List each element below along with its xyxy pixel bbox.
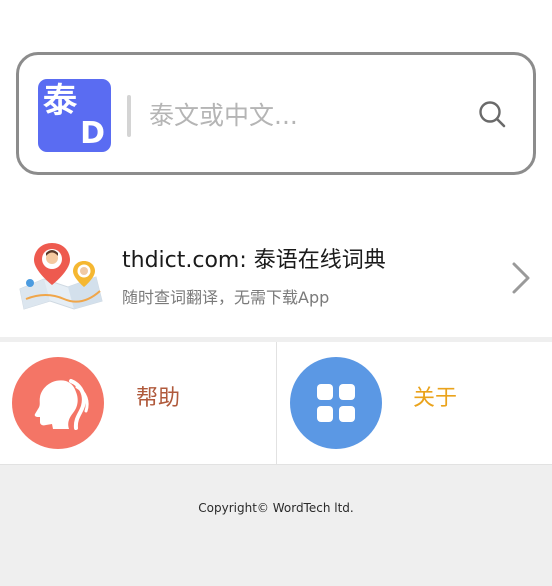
about-item[interactable]: 关于 (277, 342, 552, 464)
grid-apps-icon (317, 384, 355, 422)
search-input[interactable] (149, 85, 449, 145)
about-circle (290, 357, 382, 449)
search-box[interactable]: 泰 D (16, 52, 536, 175)
help-circle (12, 357, 104, 449)
chevron-right-icon (512, 262, 530, 294)
help-item[interactable]: 帮助 (0, 342, 276, 464)
search-divider (127, 95, 131, 137)
app-logo-sub-glyph: D (80, 116, 105, 151)
promo-title: thdict.com: 泰语在线词典 (122, 248, 386, 273)
promo-thdict-link[interactable]: thdict.com: 泰语在线词典 随时查词翻译，无需下载App (0, 215, 552, 337)
map-pin-icon (19, 243, 103, 310)
help-label: 帮助 (136, 386, 181, 411)
menu-grid: 帮助 关于 (0, 342, 552, 465)
app-logo-main-glyph: 泰 (43, 81, 77, 121)
search-icon[interactable] (477, 99, 507, 129)
promo-subtitle: 随时查词翻译，无需下载App (122, 288, 330, 307)
about-label: 关于 (413, 386, 458, 411)
copyright-text: Copyright© WordTech ltd. (198, 501, 354, 515)
head-silhouette-icon (34, 379, 89, 430)
footer: Copyright© WordTech ltd. (0, 465, 552, 586)
app-logo: 泰 D (38, 79, 111, 152)
